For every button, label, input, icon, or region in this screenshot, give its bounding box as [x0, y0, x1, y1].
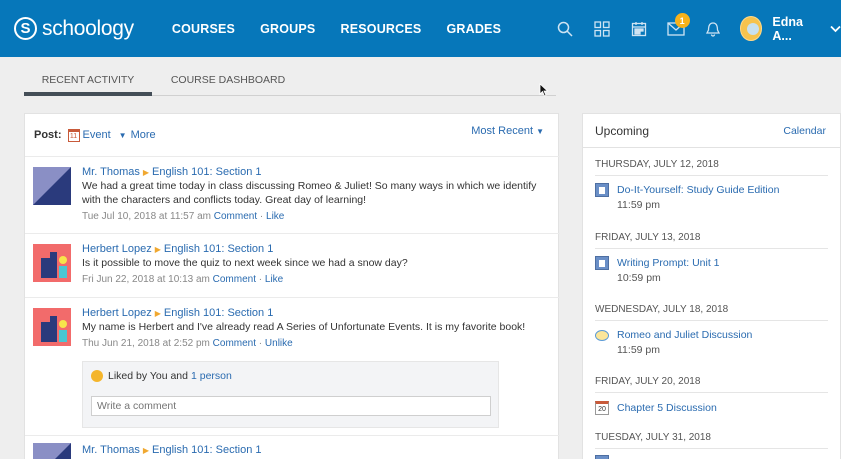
- smiley-icon: [91, 370, 103, 382]
- avatar[interactable]: [33, 167, 71, 205]
- assignment-icon: [595, 455, 609, 459]
- assignment-icon: [595, 256, 609, 270]
- logo-s-icon: S: [14, 17, 37, 40]
- upcoming-item[interactable]: Romeo and Juliet Discussion 11:59 pm: [595, 328, 752, 356]
- comment-link[interactable]: Comment: [213, 338, 256, 349]
- arrow-right-icon: ▶: [142, 446, 150, 455]
- top-navigation: S schoology COURSES GROUPS RESOURCES GRA…: [0, 0, 841, 57]
- post-text: We had a great time today in class discu…: [82, 180, 537, 206]
- upcoming-date: WEDNESDAY, JULY 18, 2018: [595, 304, 729, 315]
- avatar: [739, 16, 763, 41]
- activity-tabs: RECENT ACTIVITY COURSE DASHBOARD: [24, 66, 556, 96]
- upcoming-date: FRIDAY, JULY 13, 2018: [595, 232, 701, 243]
- author-link[interactable]: Mr. Thomas: [82, 444, 140, 456]
- caret-down-icon: ▼: [536, 127, 544, 136]
- list-item: Herbert Lopez ▶ English 101: Section 1 Is …: [25, 233, 560, 297]
- upcoming-item[interactable]: [595, 455, 617, 459]
- nav-groups[interactable]: GROUPS: [260, 22, 315, 36]
- nav-resources[interactable]: RESOURCES: [340, 22, 421, 36]
- comment-link[interactable]: Comment: [213, 274, 256, 285]
- post-text: Is it possible to move the quiz to next …: [82, 257, 408, 269]
- like-link[interactable]: Like: [265, 274, 283, 285]
- nav-grades[interactable]: GRADES: [446, 22, 501, 36]
- message-count-badge: 1: [674, 13, 690, 28]
- apps-grid-icon[interactable]: [583, 0, 620, 57]
- author-link[interactable]: Herbert Lopez: [82, 307, 152, 319]
- nav-courses[interactable]: COURSES: [172, 22, 235, 36]
- upcoming-item[interactable]: 20 Chapter 5 Discussion: [595, 401, 717, 415]
- calendar-event-icon: 20: [595, 401, 609, 415]
- search-icon[interactable]: [546, 0, 583, 57]
- avatar[interactable]: [33, 244, 71, 282]
- arrow-right-icon: ▶: [154, 309, 161, 318]
- avatar[interactable]: [33, 308, 71, 346]
- notifications-bell-icon[interactable]: [695, 0, 732, 57]
- post-bar: Post: 11 Event ▼ More Most Recent ▼: [34, 125, 544, 142]
- user-menu[interactable]: Edna A...: [739, 14, 841, 43]
- calendar-icon[interactable]: [620, 0, 657, 57]
- mouse-cursor-icon: [539, 83, 549, 100]
- upcoming-panel: Upcoming Calendar THURSDAY, JULY 12, 201…: [582, 113, 841, 459]
- arrow-right-icon: ▶: [154, 245, 161, 254]
- course-link[interactable]: English 101: Section 1: [152, 444, 261, 456]
- upcoming-title: Upcoming: [595, 123, 650, 138]
- author-link[interactable]: Herbert Lopez: [82, 243, 152, 255]
- messages-icon[interactable]: 1: [658, 0, 695, 57]
- activity-feed: Post: 11 Event ▼ More Most Recent ▼ Mr. …: [24, 113, 560, 459]
- comment-link[interactable]: Comment: [214, 211, 257, 222]
- upcoming-date: TUESDAY, JULY 31, 2018: [595, 432, 711, 443]
- post-event-button[interactable]: Event: [83, 129, 111, 141]
- author-link[interactable]: Mr. Thomas: [82, 166, 140, 178]
- course-link[interactable]: English 101: Section 1: [164, 307, 273, 319]
- liked-by-link[interactable]: 1 person: [191, 370, 232, 382]
- likes-panel: Liked by You and 1 person: [82, 361, 499, 428]
- caret-down-icon: ▼: [118, 130, 127, 140]
- tab-course-dashboard[interactable]: COURSE DASHBOARD: [152, 66, 304, 96]
- user-name: Edna A...: [772, 14, 803, 43]
- assignment-icon: [595, 183, 609, 197]
- like-link[interactable]: Like: [266, 211, 284, 222]
- upcoming-item[interactable]: Writing Prompt: Unit 1 10:59 pm: [595, 256, 720, 284]
- chevron-down-icon: [830, 22, 841, 36]
- calendar-link[interactable]: Calendar: [783, 125, 826, 137]
- post-text: My name is Herbert and I've already read…: [82, 321, 526, 333]
- list-item: Mr. Thomas ▶ English 101: Section 1: [25, 435, 560, 459]
- upcoming-date: FRIDAY, JULY 20, 2018: [595, 376, 701, 387]
- unlike-link[interactable]: Unlike: [265, 338, 293, 349]
- course-link[interactable]: English 101: Section 1: [164, 243, 273, 255]
- course-link[interactable]: English 101: Section 1: [152, 166, 261, 178]
- list-item: Mr. Thomas ▶ English 101: Section 1 We had…: [25, 156, 560, 233]
- event-calendar-icon: 11: [67, 128, 80, 142]
- sort-dropdown[interactable]: Most Recent ▼: [471, 125, 544, 137]
- discussion-icon: [595, 328, 609, 342]
- avatar[interactable]: [33, 443, 71, 459]
- upcoming-item[interactable]: Do-It-Yourself: Study Guide Edition 11:59…: [595, 183, 779, 211]
- tab-recent-activity[interactable]: RECENT ACTIVITY: [24, 66, 152, 96]
- schoology-logo[interactable]: S schoology: [14, 17, 134, 41]
- post-more-button[interactable]: More: [131, 129, 156, 141]
- upcoming-date: THURSDAY, JULY 12, 2018: [595, 159, 719, 170]
- arrow-right-icon: ▶: [142, 168, 150, 177]
- comment-input[interactable]: [91, 396, 491, 416]
